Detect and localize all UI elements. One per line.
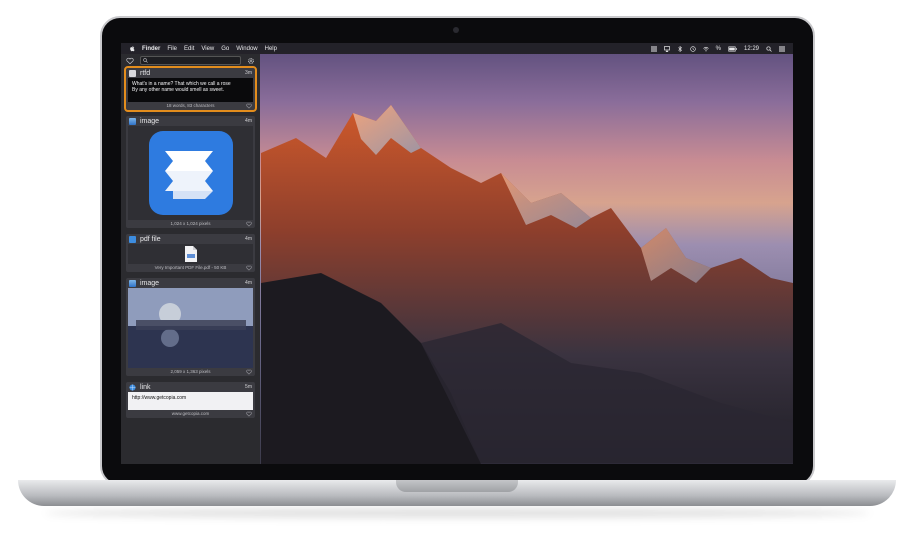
status-menus: % 12:29	[644, 45, 785, 52]
battery-icon[interactable]	[728, 45, 737, 52]
laptop-notch	[396, 480, 518, 492]
image-type-icon	[129, 117, 136, 125]
clip-header: link 5m	[126, 382, 255, 392]
wifi-icon[interactable]	[702, 46, 709, 52]
clip-image[interactable]: image 4m 2,059 x 1,363 pixels	[126, 278, 255, 376]
clip-rtfd[interactable]: rtfd 3m What's in a name? That which we …	[124, 66, 257, 112]
clip-footer: 1,024 x 1,024 pixels	[126, 220, 255, 228]
menu-finder[interactable]: Finder	[142, 46, 160, 52]
clip-text-preview: What's in a name? That which we call a r…	[128, 78, 253, 102]
clip-header: rtfd 3m	[126, 68, 255, 78]
copia-panel: rtfd 3m What's in a name? That which we …	[121, 54, 260, 464]
clip-text-line: By any other name would smell as sweet.	[132, 87, 224, 93]
favorite-heart-icon[interactable]	[246, 265, 252, 271]
clip-age: 5m	[245, 384, 252, 390]
favorites-heart-icon[interactable]	[126, 57, 134, 65]
menu-go[interactable]: Go	[221, 46, 229, 52]
spotlight-search-icon[interactable]	[766, 45, 772, 52]
clip-age: 4m	[245, 118, 252, 124]
favorite-heart-icon[interactable]	[246, 369, 252, 375]
gear-icon[interactable]	[247, 57, 255, 65]
image-type-icon	[129, 279, 136, 287]
clip-pdf-preview	[128, 244, 253, 264]
rtf-document-icon	[129, 69, 136, 77]
menu-edit[interactable]: Edit	[184, 46, 194, 52]
clip-footer: 2,059 x 1,363 pixels	[126, 368, 255, 376]
favorite-heart-icon[interactable]	[246, 221, 252, 227]
menu-bar: Finder File Edit View Go Window Help % 1…	[121, 43, 793, 54]
clip-footer: Very Important PDF File.pdf - 50 KB	[126, 264, 255, 272]
clip-info: 18 words, 83 characters	[166, 103, 215, 108]
clock[interactable]: 12:29	[744, 46, 759, 52]
clip-info: www.getcopia.com	[171, 411, 210, 416]
panel-toolbar	[121, 54, 260, 67]
clip-image[interactable]: image 4m 1,024 x 1,024 pixels	[126, 116, 255, 228]
app-icon-image	[148, 131, 233, 215]
clip-type: pdf file	[140, 235, 161, 243]
clip-footer: www.getcopia.com	[126, 410, 255, 418]
clip-image-preview	[128, 126, 253, 220]
clip-footer: 18 words, 83 characters	[126, 102, 255, 110]
camera	[453, 27, 459, 33]
menu-view[interactable]: View	[201, 46, 214, 52]
globe-icon	[129, 383, 136, 391]
clip-info: 2,059 x 1,363 pixels	[170, 369, 211, 374]
favorite-heart-icon[interactable]	[246, 103, 252, 109]
dome-photo-image	[128, 288, 253, 368]
list-icon[interactable]	[650, 46, 657, 52]
time-machine-icon[interactable]	[689, 45, 696, 52]
base-shadow	[45, 508, 870, 518]
menu-file[interactable]: File	[167, 46, 177, 52]
clip-type: rtfd	[140, 69, 151, 77]
airplay-icon[interactable]	[663, 45, 670, 52]
pdf-document-icon	[184, 246, 197, 262]
clip-age: 4m	[245, 280, 252, 286]
clip-pdf[interactable]: pdf file 4m Very Important PDF File.pdf …	[126, 234, 255, 272]
clip-header: image 4m	[126, 116, 255, 126]
apple-menu-icon[interactable]	[129, 45, 136, 52]
clip-age: 3m	[245, 70, 252, 76]
clip-age: 4m	[245, 236, 252, 242]
clip-photo-preview	[128, 288, 253, 368]
pdf-type-icon	[129, 235, 136, 243]
menu-window[interactable]: Window	[236, 46, 257, 52]
clip-header: image 4m	[126, 278, 255, 288]
clip-info: 1,024 x 1,024 pixels	[170, 221, 211, 226]
clip-type: image	[140, 279, 160, 287]
link-url[interactable]: http://www.getcopia.com	[132, 395, 186, 401]
clip-type: link	[140, 383, 151, 391]
clip-link-preview: http://www.getcopia.com	[128, 392, 253, 410]
bluetooth-icon[interactable]	[677, 45, 683, 52]
battery-percent: %	[715, 45, 721, 52]
search-icon	[143, 58, 148, 63]
favorite-heart-icon[interactable]	[246, 411, 252, 417]
menu-help[interactable]: Help	[265, 46, 277, 52]
clip-type: image	[140, 117, 160, 125]
screen: Finder File Edit View Go Window Help % 1…	[121, 43, 793, 464]
clip-info: Very Important PDF File.pdf - 50 KB	[154, 265, 227, 270]
notification-center-icon[interactable]	[779, 46, 785, 52]
search-input[interactable]	[140, 56, 241, 65]
clip-header: pdf file 4m	[126, 234, 255, 244]
clip-link[interactable]: link 5m http://www.getcopia.com www.getc…	[126, 382, 255, 418]
